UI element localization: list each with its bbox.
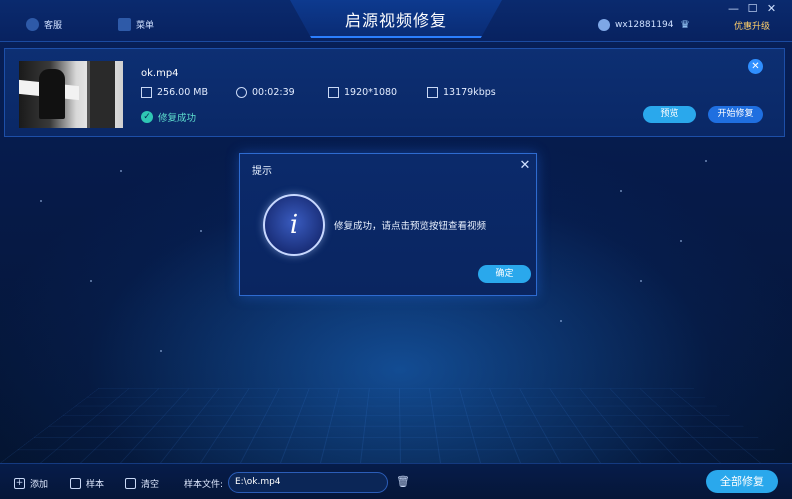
video-item-card: ok.mp4 256.00 MB 00:02:39 1920*1080 1317… (4, 48, 785, 137)
plus-icon: + (14, 478, 25, 489)
service-label: 客服 (44, 21, 63, 31)
username: wx12881194 (615, 19, 674, 30)
video-duration: 00:02:39 (236, 87, 295, 98)
info-icon: i (263, 194, 325, 256)
service-button[interactable]: 客服 (26, 18, 62, 31)
sample-file-label: 样本文件: (184, 480, 224, 490)
menu-icon (118, 18, 131, 31)
title-bar: 启源视频修复 客服 菜单 wx12881194 ♛ 优惠升级 — ☐ ✕ (0, 0, 792, 42)
clear-button[interactable]: 清空 (125, 477, 159, 490)
menu-label: 菜单 (136, 21, 155, 31)
video-thumbnail[interactable] (19, 61, 123, 128)
dialog-close-button[interactable]: ✕ (518, 159, 532, 173)
dialog-title: 提示 (252, 166, 272, 177)
video-bitrate-value: 13179kbps (443, 87, 496, 98)
video-filename: ok.mp4 (141, 68, 179, 79)
repair-status-label: 修复成功 (158, 113, 197, 124)
sample-file-input[interactable]: E:\ok.mp4 (228, 472, 388, 493)
user-info[interactable]: wx12881194 ♛ (598, 18, 692, 31)
menu-button[interactable]: 菜单 (118, 18, 154, 31)
video-resolution-value: 1920*1080 (344, 87, 398, 98)
app-window: 启源视频修复 客服 菜单 wx12881194 ♛ 优惠升级 — ☐ ✕ ok.… (0, 0, 792, 499)
upgrade-link[interactable]: 优惠升级 (734, 19, 770, 32)
start-repair-button[interactable]: 开始修复 (708, 106, 763, 123)
repair-all-button[interactable]: 全部修复 (706, 470, 778, 493)
video-bitrate: 13179kbps (427, 87, 496, 98)
check-icon: ✓ (141, 111, 153, 123)
remove-video-button[interactable]: ✕ (748, 59, 763, 74)
resolution-icon (328, 87, 339, 98)
close-window-button[interactable]: ✕ (760, 2, 783, 16)
repair-status: ✓ 修复成功 (141, 110, 196, 124)
add-button[interactable]: + 添加 (14, 477, 48, 490)
dialog-ok-button[interactable]: 确定 (478, 265, 531, 283)
add-label: 添加 (30, 480, 49, 490)
preview-button[interactable]: 预览 (643, 106, 696, 123)
video-size: 256.00 MB (141, 87, 208, 98)
window-controls: — ☐ ✕ (722, 2, 783, 16)
file-icon (141, 87, 152, 98)
video-resolution: 1920*1080 (328, 87, 397, 98)
avatar-icon (598, 18, 610, 31)
vip-icon: ♛ (680, 18, 690, 31)
info-dialog: 提示 ✕ i 修复成功，请点击预览按钮查看视频 确定 (239, 153, 537, 296)
background-grid (0, 388, 792, 463)
image-icon (70, 478, 81, 489)
video-duration-value: 00:02:39 (252, 87, 295, 98)
app-title: 启源视频修复 (344, 11, 447, 30)
dialog-message: 修复成功，请点击预览按钮查看视频 (334, 221, 487, 232)
sample-label: 样本 (86, 480, 105, 490)
clock-icon (236, 87, 247, 98)
trash-icon[interactable]: 🗑 (396, 475, 410, 488)
sample-button[interactable]: 样本 (70, 477, 104, 490)
camera-icon (427, 87, 438, 98)
clear-label: 清空 (141, 480, 160, 490)
video-size-value: 256.00 MB (157, 87, 208, 98)
headset-icon (26, 18, 39, 31)
broom-icon (125, 478, 136, 489)
bottom-toolbar: + 添加 样本 清空 样本文件: E:\ok.mp4 🗑 全部修复 (0, 463, 792, 499)
